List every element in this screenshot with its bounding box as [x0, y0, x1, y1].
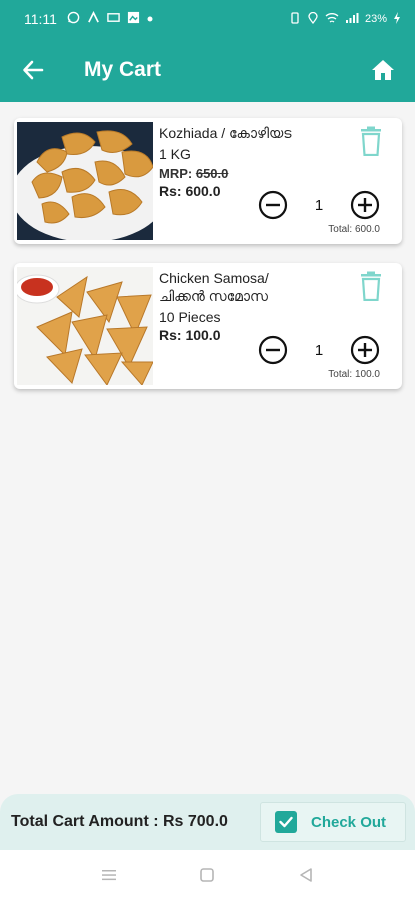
system-nav-bar	[0, 850, 415, 900]
minus-circle-icon[interactable]	[258, 190, 288, 220]
item-mrp: MRP: 650.0	[159, 166, 319, 181]
checkout-label: Check Out	[311, 813, 387, 831]
item-info: Kozhiada / കോഴിയട 1 KG MRP: 650.0 Rs: 60…	[159, 124, 319, 199]
app-bar: My Cart	[0, 38, 415, 102]
mrp-value: 650.0	[195, 166, 229, 181]
notification-icons	[67, 10, 153, 27]
status-time: 11:11	[24, 11, 57, 27]
arrow-left-icon	[23, 60, 44, 80]
product-image-kozhiada	[17, 122, 153, 240]
checkbox-checked-icon	[275, 811, 297, 833]
home-button[interactable]	[351, 38, 415, 102]
page-title: My Cart	[84, 58, 162, 81]
dot-icon	[147, 13, 153, 25]
minus-circle-icon[interactable]	[258, 335, 288, 365]
cart-item-card: Chicken Samosa/ ചിക്കൻ സമോസ 10 Pieces Rs…	[14, 263, 402, 389]
charging-icon	[393, 11, 401, 27]
notification-a-icon	[87, 10, 100, 27]
checkout-button[interactable]: Check Out	[260, 802, 406, 842]
home-icon	[372, 60, 394, 80]
item-quantity-label: 10 Pieces	[159, 309, 221, 325]
triangle-back-icon	[300, 868, 312, 882]
cart-item-card: Kozhiada / കോഴിയട 1 KG MRP: 650.0 Rs: 60…	[14, 118, 402, 244]
item-name: Kozhiada / കോഴിയട	[159, 125, 292, 141]
delete-button[interactable]	[358, 126, 384, 157]
total-cart-amount: Total Cart Amount : Rs 700.0	[11, 813, 228, 830]
vibrate-icon	[289, 11, 301, 27]
trash-icon	[361, 126, 381, 157]
notification-app-icon	[107, 11, 120, 27]
recents-button[interactable]	[89, 855, 129, 895]
back-button[interactable]	[0, 38, 66, 102]
notification-image-icon	[127, 11, 140, 27]
item-info: Chicken Samosa/ ചിക്കൻ സമോസ 10 Pieces Rs…	[159, 269, 319, 343]
cart-summary-bar: Total Cart Amount : Rs 700.0 Check Out	[0, 794, 415, 850]
battery-text: 23%	[364, 13, 387, 25]
quantity-value: 1	[314, 341, 324, 359]
status-bar: 11:11 23%	[0, 0, 415, 38]
wifi-icon	[325, 12, 339, 27]
item-total: Total: 100.0	[328, 369, 380, 380]
delete-button[interactable]	[358, 271, 384, 302]
whatsapp-icon	[67, 11, 80, 27]
system-icons: 23%	[289, 11, 401, 27]
quantity-value: 1	[314, 196, 324, 214]
menu-icon	[102, 870, 117, 881]
plus-circle-icon[interactable]	[350, 335, 380, 365]
location-icon	[307, 11, 319, 27]
item-total: Total: 600.0	[328, 224, 380, 235]
mrp-prefix: MRP:	[159, 166, 196, 181]
square-icon	[200, 868, 215, 882]
quantity-stepper: 1	[258, 335, 388, 365]
item-quantity-label: 1 KG	[159, 146, 191, 162]
back-nav-button[interactable]	[286, 855, 326, 895]
signal-icon	[345, 12, 359, 27]
product-image-samosa	[17, 267, 153, 385]
item-name: Chicken Samosa/ ചിക്കൻ സമോസ	[159, 270, 269, 304]
home-nav-button[interactable]	[187, 855, 227, 895]
trash-icon	[361, 271, 381, 302]
quantity-stepper: 1	[258, 190, 388, 220]
plus-circle-icon[interactable]	[350, 190, 380, 220]
